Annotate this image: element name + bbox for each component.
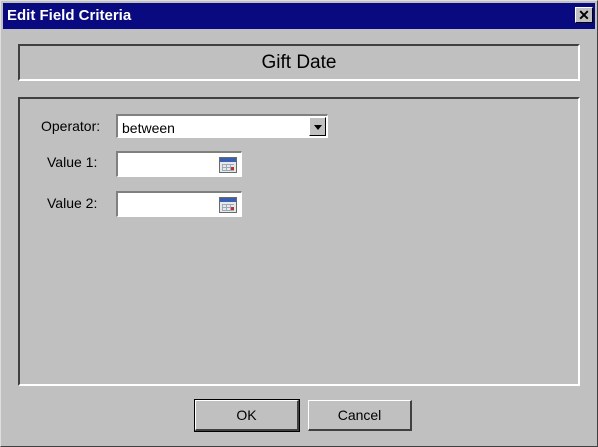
calendar-header: [220, 158, 236, 162]
criteria-panel: Operator: between Value 1: Value 2:: [18, 97, 580, 386]
calendar-marker: [231, 167, 234, 170]
title-bar[interactable]: Edit Field Criteria ✕: [3, 3, 595, 29]
value2-label: Value 2:: [47, 195, 98, 211]
value1-label: Value 1:: [47, 154, 98, 170]
field-name-header: Gift Date: [18, 44, 580, 81]
close-icon: ✕: [578, 7, 590, 23]
value2-date-input[interactable]: [116, 191, 242, 217]
calendar-icon[interactable]: [219, 157, 237, 173]
operator-value: between: [122, 120, 175, 136]
window-title: Edit Field Criteria: [7, 7, 132, 24]
ok-button[interactable]: OK: [194, 399, 300, 432]
close-button[interactable]: ✕: [575, 7, 593, 23]
operator-label: Operator:: [41, 118, 101, 134]
edit-field-criteria-dialog: Edit Field Criteria ✕ Gift Date Operator…: [0, 0, 598, 447]
calendar-marker: [231, 207, 234, 210]
operator-dropdown-button[interactable]: [309, 117, 326, 136]
value1-date-input[interactable]: [116, 151, 242, 177]
cancel-button[interactable]: Cancel: [308, 400, 412, 431]
calendar-header: [220, 198, 236, 202]
operator-select[interactable]: between: [116, 114, 328, 138]
chevron-down-icon: [314, 125, 322, 130]
field-name-text: Gift Date: [261, 52, 337, 73]
calendar-icon[interactable]: [219, 197, 237, 213]
